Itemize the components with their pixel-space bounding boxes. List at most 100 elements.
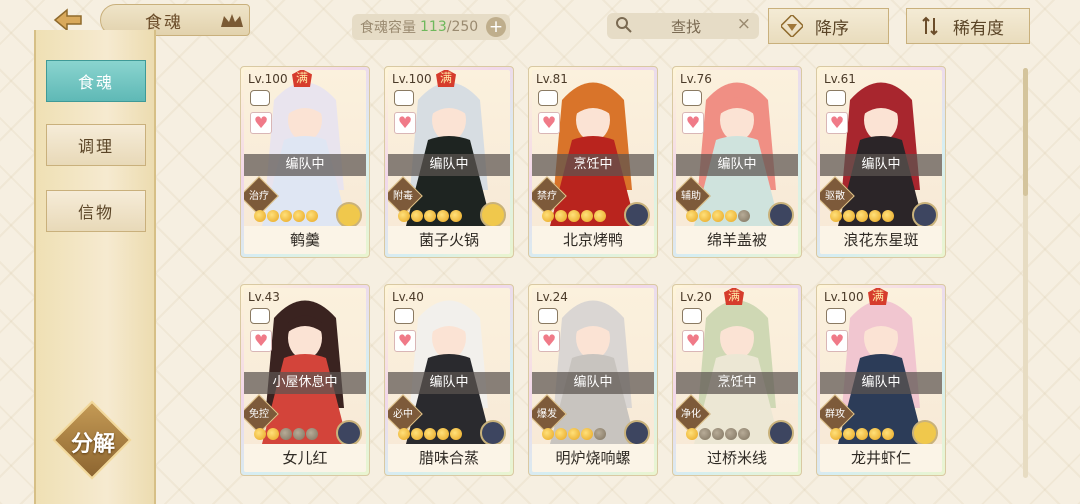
star-icon [869, 210, 881, 222]
star-rating [830, 428, 894, 440]
food-soul-name: 过桥米线 [676, 444, 798, 472]
status-label: 编队中 [820, 154, 942, 176]
star-icon [555, 210, 567, 222]
heart-icon: ♥ [682, 112, 704, 134]
food-soul-name: 女儿红 [244, 444, 366, 472]
star-icon [254, 428, 266, 440]
status-label: 编队中 [388, 154, 510, 176]
status-label: 编队中 [532, 372, 654, 394]
card-inner: Lv.100 满 ♥ 编队中 治疗 鹌羹 [244, 70, 366, 254]
food-soul-card[interactable]: Lv.61 ♥ 编队中 驱散 浪花东星斑 [816, 66, 946, 258]
star-icon [280, 428, 292, 440]
star-icon [843, 210, 855, 222]
level-label: Lv.81 [536, 72, 568, 86]
star-icon [830, 428, 842, 440]
heart-icon: ♥ [250, 112, 272, 134]
sort-desc-button[interactable]: 降序 [768, 8, 889, 44]
food-soul-name: 腊味合蒸 [388, 444, 510, 472]
rarity-icon [624, 420, 650, 446]
food-soul-card[interactable]: Lv.81 ♥ 烹饪中 禁疗 北京烤鸭 [528, 66, 658, 258]
star-icon [581, 210, 593, 222]
scrollbar-thumb[interactable] [1023, 68, 1028, 196]
food-soul-card[interactable]: Lv.40 ♥ 编队中 必中 腊味合蒸 [384, 284, 514, 476]
plate-icon [394, 90, 414, 106]
star-icon [450, 210, 462, 222]
level-label: Lv.100 [392, 72, 432, 86]
role-label: 治疗 [249, 191, 269, 202]
star-icon [424, 428, 436, 440]
role-label: 附毒 [393, 191, 413, 202]
plate-icon [250, 308, 270, 324]
rarity-icon [480, 202, 506, 228]
sidebar-item-tokens[interactable]: 信物 [46, 190, 146, 232]
plate-icon [394, 308, 414, 324]
star-icon [267, 210, 279, 222]
star-icon [725, 210, 737, 222]
food-soul-name: 鹌羹 [244, 226, 366, 254]
food-soul-name: 绵羊盖被 [676, 226, 798, 254]
status-label: 编队中 [388, 372, 510, 394]
star-icon [306, 428, 318, 440]
crown-icon [221, 14, 243, 27]
status-label: 烹饪中 [532, 154, 654, 176]
decompose-button[interactable]: 分解 [52, 400, 132, 480]
search-field[interactable]: 查找 × [607, 13, 759, 39]
capacity-label: 食魂容量 [360, 20, 416, 36]
rarity-icon [480, 420, 506, 446]
rarity-icon [912, 420, 938, 446]
star-icon [542, 428, 554, 440]
food-soul-card[interactable]: Lv.76 ♥ 编队中 辅助 绵羊盖被 [672, 66, 802, 258]
star-icon [581, 428, 593, 440]
star-icon [830, 210, 842, 222]
star-icon [306, 210, 318, 222]
star-rating [254, 428, 318, 440]
food-soul-name: 明炉烧响螺 [532, 444, 654, 472]
food-soul-card[interactable]: Lv.100 满 ♥ 编队中 附毒 菌子火锅 [384, 66, 514, 258]
heart-icon: ♥ [538, 112, 560, 134]
star-icon [568, 428, 580, 440]
food-soul-card[interactable]: Lv.43 ♥ 小屋休息中 免控 女儿红 [240, 284, 370, 476]
star-icon [411, 428, 423, 440]
search-clear-button[interactable]: × [737, 14, 751, 34]
sort-rarity-button[interactable]: 稀有度 [906, 8, 1030, 44]
heart-icon: ♥ [682, 330, 704, 352]
sidebar-item-label: 信物 [77, 203, 114, 222]
role-label: 净化 [681, 409, 701, 420]
search-label: 查找 [671, 17, 702, 36]
sort-desc-icon [781, 15, 803, 37]
star-icon [450, 428, 462, 440]
plate-icon [826, 308, 846, 324]
rarity-icon [768, 202, 794, 228]
level-label: Lv.61 [824, 72, 856, 86]
add-capacity-button[interactable]: + [486, 17, 506, 37]
scrollbar[interactable] [1023, 68, 1028, 478]
status-label: 编队中 [820, 372, 942, 394]
status-label: 烹饪中 [676, 372, 798, 394]
plate-icon [826, 90, 846, 106]
star-icon [267, 428, 279, 440]
heart-icon: ♥ [250, 330, 272, 352]
star-icon [712, 210, 724, 222]
sidebar-item-food-souls[interactable]: 食魂 [46, 60, 146, 102]
food-soul-card[interactable]: Lv.100 满 ♥ 编队中 群攻 龙井虾仁 [816, 284, 946, 476]
sort-rarity-label: 稀有度 [953, 18, 1004, 39]
sort-rarity-icon [922, 16, 938, 36]
plate-icon [538, 90, 558, 106]
food-soul-card[interactable]: Lv.24 ♥ 编队中 爆发 明炉烧响螺 [528, 284, 658, 476]
role-label: 群攻 [825, 409, 845, 420]
star-icon [411, 210, 423, 222]
star-icon [882, 428, 894, 440]
star-icon [712, 428, 724, 440]
role-label: 爆发 [537, 409, 557, 420]
role-label: 免控 [249, 409, 269, 420]
level-label: Lv.20 [680, 290, 712, 304]
card-inner: Lv.24 ♥ 编队中 爆发 明炉烧响螺 [532, 288, 654, 472]
sidebar-item-cuisine[interactable]: 调理 [46, 124, 146, 166]
food-soul-card[interactable]: Lv.20 满 ♥ 烹饪中 净化 过桥米线 [672, 284, 802, 476]
star-icon [738, 210, 750, 222]
role-label: 辅助 [681, 191, 701, 202]
star-icon [293, 428, 305, 440]
card-inner: Lv.40 ♥ 编队中 必中 腊味合蒸 [388, 288, 510, 472]
food-soul-card[interactable]: Lv.100 满 ♥ 编队中 治疗 鹌羹 [240, 66, 370, 258]
star-icon [555, 428, 567, 440]
